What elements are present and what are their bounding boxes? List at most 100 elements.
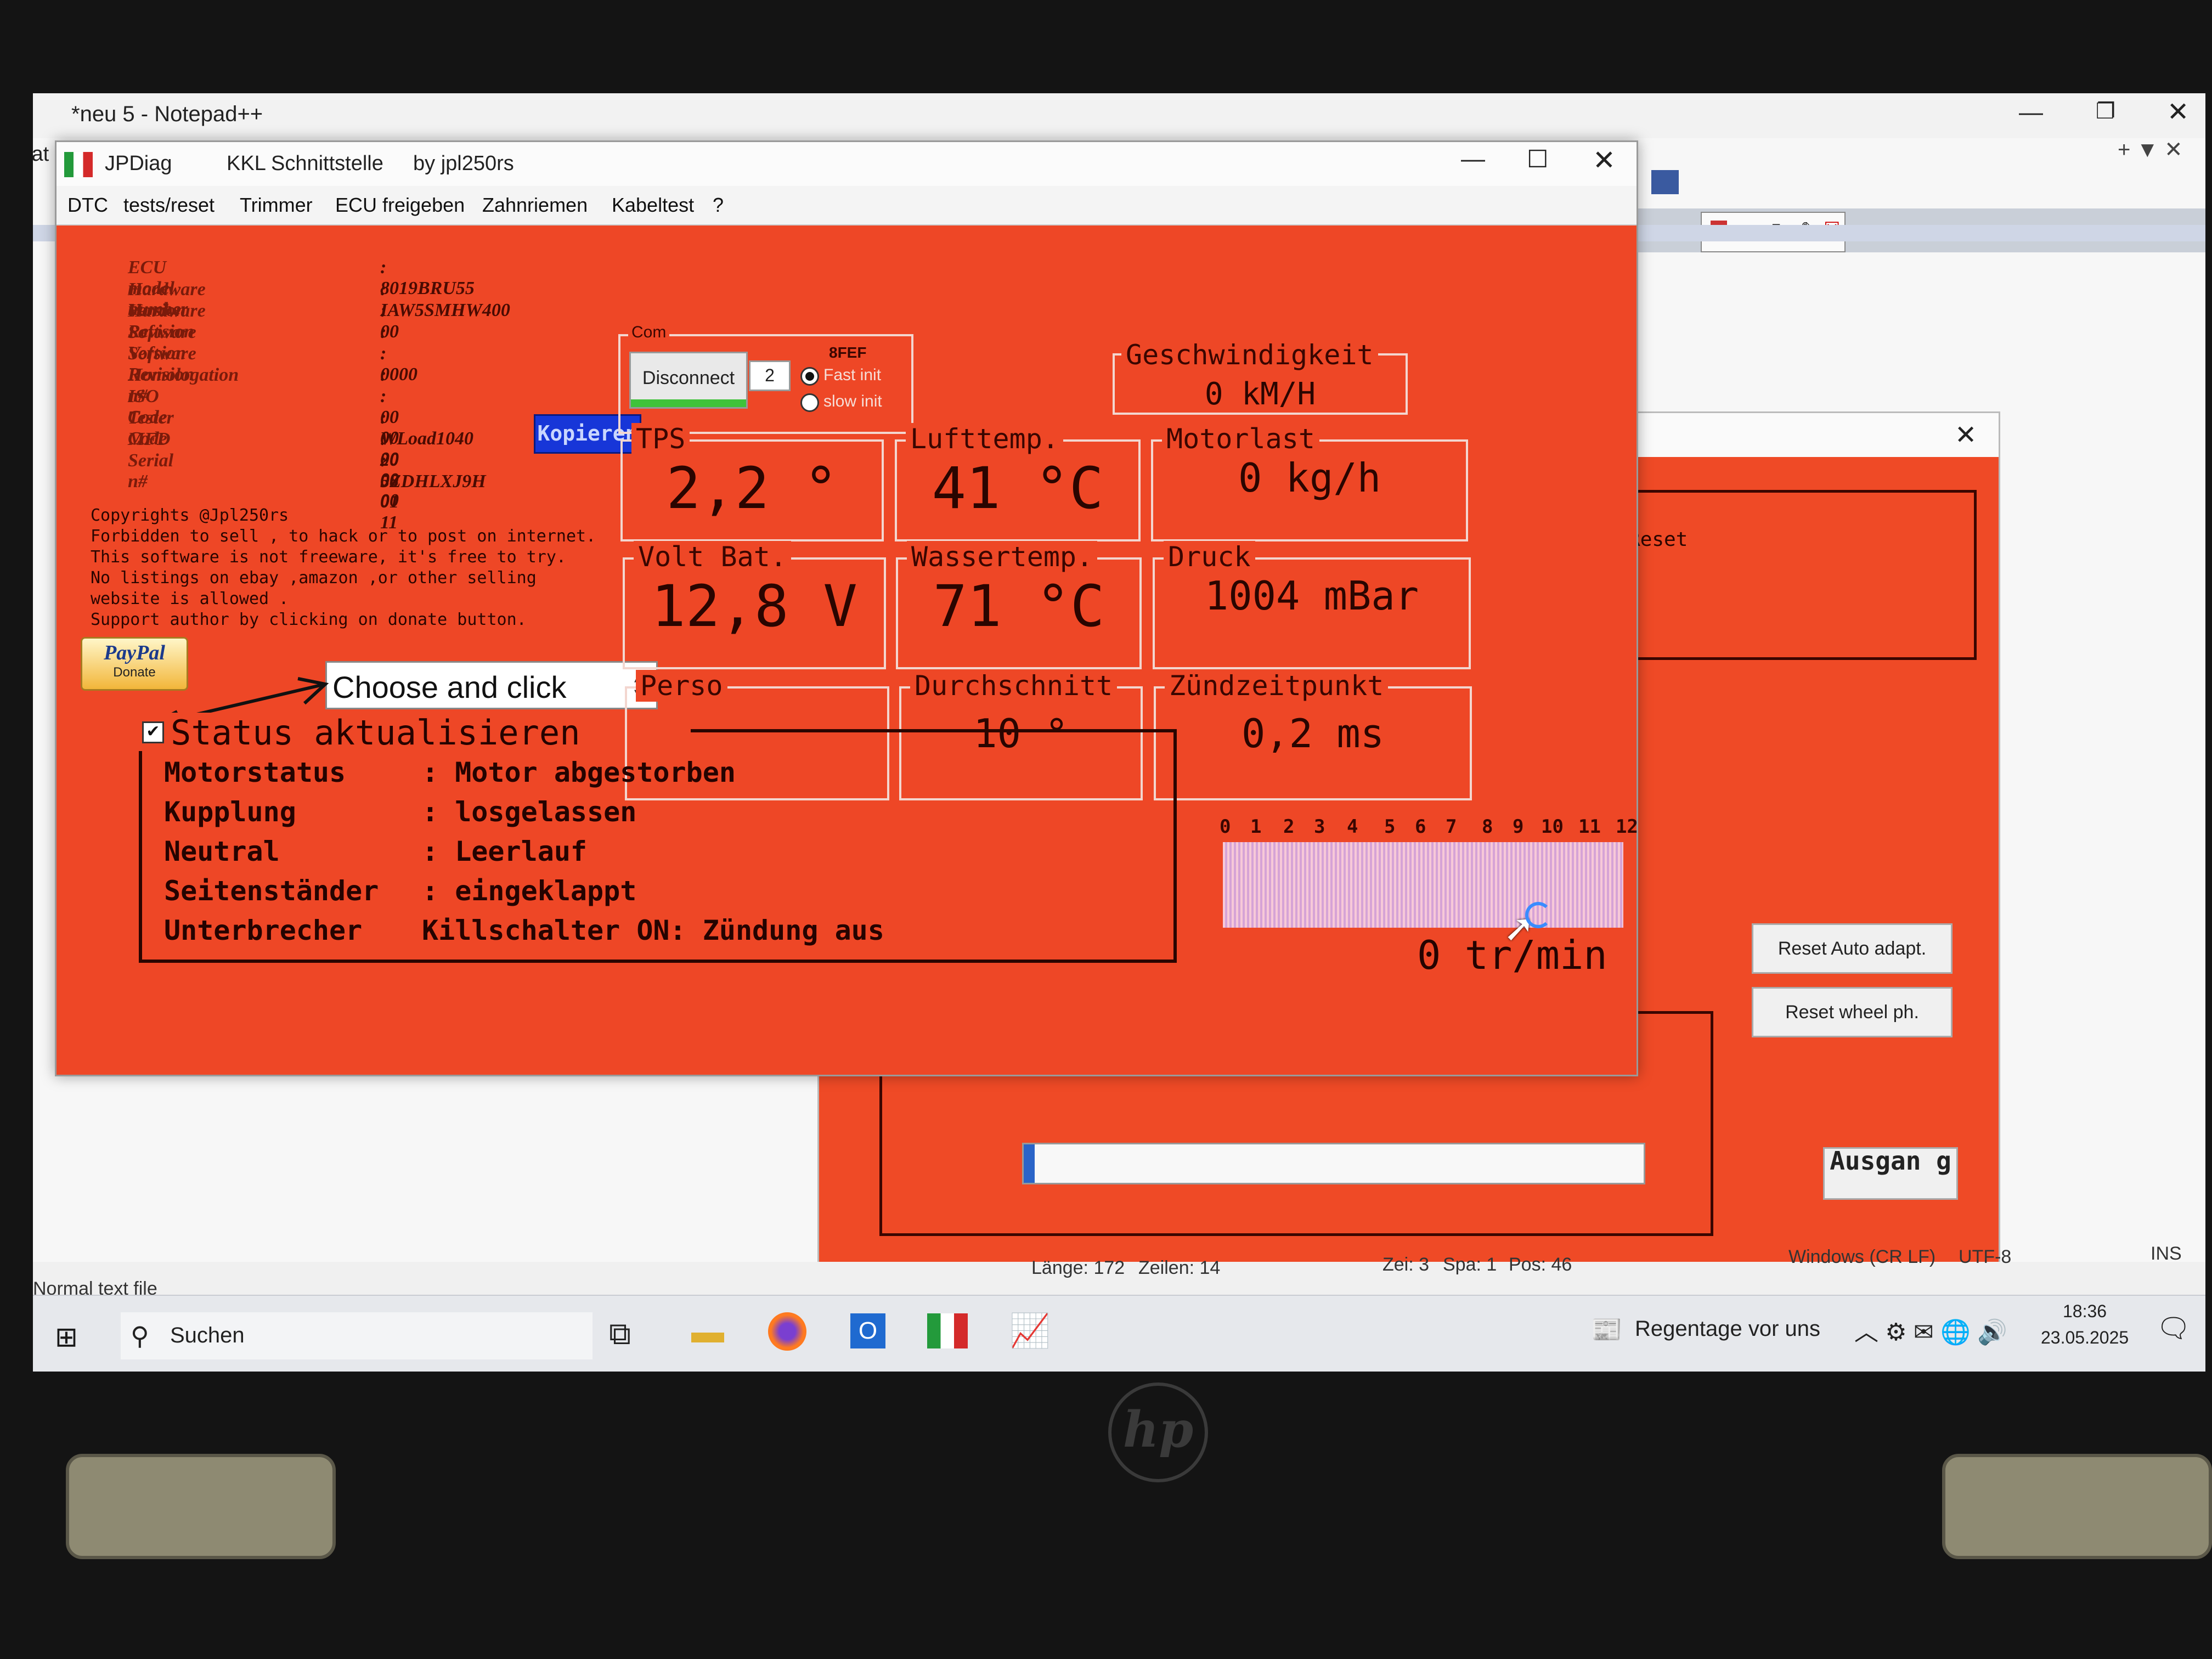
close-icon[interactable]: ✕ [1593,144,1616,176]
air-temp-value: 41 °C [932,455,1104,522]
add-tab-icon[interactable]: + ▼ ✕ [2118,137,2183,162]
rpm-tick: 8 [1482,816,1493,838]
tps-gauge: TPS 2,2 ° [620,423,884,541]
copyright-line: Support author by clicking on donate but… [91,610,527,629]
status-line: Zei: 3 [1383,1254,1430,1275]
mfd-label: MFD [128,429,171,449]
reset-auto-adapt-button[interactable]: Reset Auto adapt. [1752,923,1953,974]
status-checkbox-row[interactable]: ✔ Status aktualisieren [131,713,580,753]
ausgang-button[interactable]: Ausgan g [1823,1147,1958,1200]
status-pos: Pos: 46 [1509,1254,1572,1275]
copyright-line: Forbidden to sell , to hack or to post o… [91,527,596,546]
menu-tests-reset[interactable]: tests/reset [123,194,215,217]
homologation-value: : [380,365,387,385]
copyright-line: Copyrights @Jpl250rs [91,506,289,525]
taskbar-date[interactable]: 23.05.2025 [2041,1328,2129,1348]
paypal-logo: PayPal [104,641,165,664]
engine-load-value: 0 kg/h [1238,455,1381,501]
tray-chevron-icon[interactable]: ︿ ⚙ ✉ 🌐 🔊 [1854,1312,2007,1347]
laptop-hinge-right [1942,1454,2212,1559]
chart-app-icon[interactable]: 📈 [1009,1311,1051,1350]
com-port-input[interactable]: 2 [749,360,791,391]
status-label-motor: Motorstatus [164,757,346,788]
rpm-tick: 3 [1314,816,1325,838]
com-group-label: Com [628,323,670,342]
jpdiag-titlebar: JPDiag KKL Schnittstelle by jpl250rs — ☐… [57,142,1637,186]
status-value-killswitch: Killschalter ON: Zündung aus [422,915,884,946]
rpm-tick: 11 [1578,816,1601,838]
task-view-icon[interactable]: ⧉ [609,1316,631,1352]
weather-widget[interactable]: Regentage vor uns [1635,1317,1820,1341]
serial-value: : 5ZDHLXJ9H [380,450,486,492]
rpm-tick: 1 [1250,816,1262,838]
news-icon[interactable]: 📰 [1591,1314,1622,1345]
taskbar-time[interactable]: 18:36 [2063,1301,2107,1322]
engine-load-label: Motorlast [1162,423,1319,455]
notepad-title: *neu 5 - Notepad++ [71,102,263,126]
menu-help[interactable]: ? [713,194,724,217]
jpdiag-taskbar-icon[interactable] [927,1313,968,1348]
water-temp-gauge: Wassertemp. 71 °C [896,541,1142,669]
menu-kabeltest[interactable]: Kabeltest [612,194,694,217]
menu-ecu-freigeben[interactable]: ECU freigeben [335,194,465,217]
notification-icon[interactable]: 🗨 [2156,1312,2191,1345]
menu-dtc[interactable]: DTC [67,194,108,217]
status-value-sidestand: : eingeklappt [422,875,637,907]
radio-dot [805,372,814,381]
minimize-icon[interactable]: — [2019,99,2043,126]
progress-bar [1022,1143,1645,1184]
taskbar-search-box[interactable]: ⚲ Suchen [121,1312,592,1359]
rpm-tick: 12 [1616,816,1638,838]
restore-icon[interactable]: ❐ [2096,99,2115,124]
minimize-icon[interactable]: — [1461,145,1485,173]
windows-start-icon[interactable]: ⊞ [55,1321,78,1353]
ignition-label: Zündzeitpunkt [1165,670,1389,702]
menu-zahnriemen[interactable]: Zahnriemen [482,194,588,217]
search-icon: ⚲ [131,1322,149,1350]
maximize-icon[interactable]: ☐ [1527,145,1548,173]
laptop-screen: *neu 5 - Notepad++ — ❐ ✕ Dat neu 5 ✎ ☒ +… [33,93,2205,1372]
status-checkbox-label: Status aktualisieren [171,713,580,753]
com-code: 8FEF [829,344,867,361]
close-icon[interactable]: ✕ [2167,97,2189,127]
app-title: JPDiag [105,152,172,175]
disconnect-label: Disconnect [642,368,735,388]
busy-spinner-icon [1525,902,1551,928]
rpm-scale: 0 1 2 3 4 5 6 7 8 9 10 11 12 [1220,816,1638,838]
pressure-label: Druck [1164,541,1255,573]
close-icon[interactable]: ✕ [1955,420,1977,450]
rpm-tick: 4 [1347,816,1358,838]
speed-label: Geschwindigkeit [1121,339,1378,371]
connection-indicator [631,399,746,407]
reset-wheel-button[interactable]: Reset wheel ph. [1752,987,1953,1037]
italy-flag-icon [64,152,93,177]
status-length: Länge: 172 [1031,1257,1125,1278]
status-label-clutch: Kupplung [164,796,296,828]
water-temp-label: Wassertemp. [907,541,1098,573]
notepad-menu-file[interactable]: Dat [33,143,49,166]
hp-logo: hp [1108,1383,1208,1482]
status-label-killswitch: Unterbrecher [164,915,363,946]
status-encoding: UTF-8 [1959,1246,2012,1267]
choose-dropdown[interactable]: Choose and click ▴▾ [325,661,658,709]
speed-value: 0 kM/H [1204,376,1316,412]
fast-init-radio[interactable] [800,367,819,386]
disconnect-button[interactable]: Disconnect [629,352,748,409]
serial-label: Serial n# [128,450,174,492]
firefox-icon[interactable] [768,1312,806,1351]
air-temp-label: Lufttemp. [906,423,1063,455]
panel-icon[interactable] [1651,170,1679,194]
battery-volt-value: 12,8 V [651,573,857,640]
outlook-icon[interactable]: O [850,1313,885,1348]
sw-version-value: : [380,322,387,342]
status-value-motor: : Motor abgestorben [422,757,736,788]
air-temp-gauge: Lufttemp. 41 °C [895,423,1141,541]
slow-init-radio[interactable] [800,393,819,412]
rpm-tick: 0 [1220,816,1231,838]
status-checkbox[interactable]: ✔ [142,721,164,743]
status-label-neutral: Neutral [164,836,280,867]
copyright-line: No listings on ebay ,amazon ,or other se… [91,568,537,588]
menu-trimmer[interactable]: Trimmer [240,194,313,217]
file-explorer-icon[interactable]: ▬ [691,1312,724,1350]
status-group-box: ✔ Status aktualisieren Motorstatus : Mot… [131,713,1177,963]
